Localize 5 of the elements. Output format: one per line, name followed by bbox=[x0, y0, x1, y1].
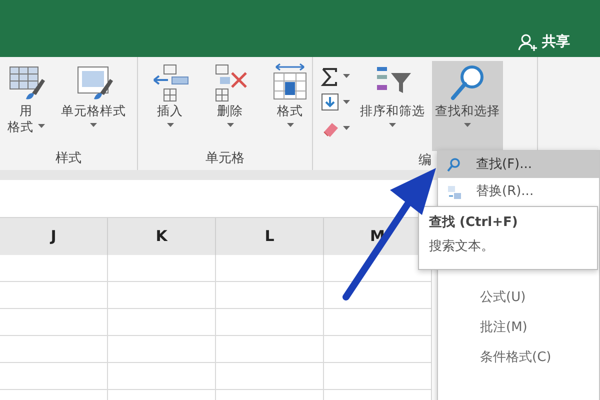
group-label: 样式 bbox=[56, 150, 82, 168]
tooltip-title: 查找 (Ctrl+F) bbox=[429, 214, 519, 232]
group-label: 单元格 bbox=[206, 150, 244, 168]
group-label: 编 bbox=[418, 152, 432, 170]
tooltip-text: 搜索文本。 bbox=[429, 238, 495, 256]
